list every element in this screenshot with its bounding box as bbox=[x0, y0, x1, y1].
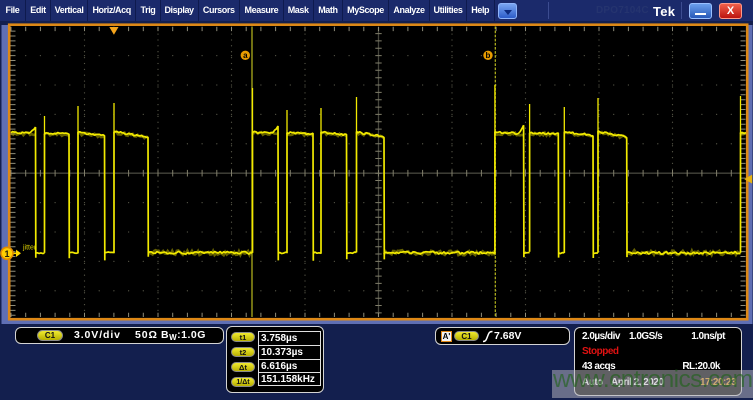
svg-text:a: a bbox=[243, 51, 248, 60]
svg-text:1: 1 bbox=[4, 249, 9, 259]
svg-text:b: b bbox=[486, 51, 491, 60]
svg-text:jitter: jitter bbox=[22, 245, 37, 252]
